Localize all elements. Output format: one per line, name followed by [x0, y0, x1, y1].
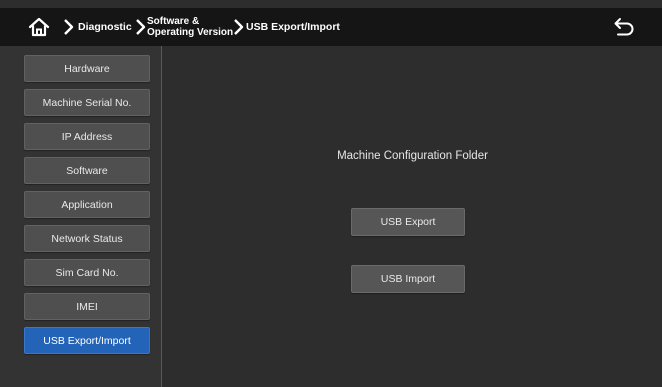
header-bar: Diagnostic Software & Operating Version …: [0, 8, 662, 46]
sidebar-item-machine-serial-no[interactable]: Machine Serial No.: [24, 89, 150, 116]
chevron-right-icon: [64, 19, 74, 35]
sidebar-item-label: Machine Serial No.: [42, 96, 132, 109]
sidebar-item-label: Hardware: [64, 62, 110, 75]
breadcrumb-software-version[interactable]: Software & Operating Version: [147, 16, 233, 38]
breadcrumb-diagnostic[interactable]: Diagnostic: [78, 21, 132, 33]
sidebar-item-label: Sim Card No.: [55, 266, 119, 279]
sidebar-item-label: IMEI: [76, 300, 98, 313]
sidebar: Hardware Machine Serial No. IP Address S…: [0, 46, 162, 387]
usb-export-label: USB Export: [380, 216, 436, 228]
home-button[interactable]: [26, 15, 52, 39]
chevron-right-icon: [136, 19, 146, 35]
sidebar-item-label: IP Address: [61, 130, 113, 143]
back-arrow-icon: [614, 18, 634, 36]
main-panel: Machine Configuration Folder USB Export …: [163, 46, 662, 387]
breadcrumb-usb-export-import[interactable]: USB Export/Import: [246, 21, 340, 33]
sidebar-item-label: Network Status: [51, 232, 123, 245]
sidebar-item-label: Software: [66, 164, 108, 177]
sidebar-item-network-status[interactable]: Network Status: [24, 225, 150, 252]
breadcrumb-label: Diagnostic: [78, 21, 132, 33]
home-icon: [28, 17, 50, 37]
sidebar-item-label: USB Export/Import: [43, 334, 131, 347]
usb-export-button[interactable]: USB Export: [351, 208, 465, 236]
breadcrumb-label: USB Export/Import: [246, 21, 340, 33]
chevron-right-icon: [234, 19, 244, 35]
usb-import-label: USB Import: [380, 273, 436, 285]
sidebar-item-ip-address[interactable]: IP Address: [24, 123, 150, 150]
sidebar-item-imei[interactable]: IMEI: [24, 293, 150, 320]
sidebar-item-label: Application: [61, 198, 113, 211]
sidebar-item-software[interactable]: Software: [24, 157, 150, 184]
sidebar-item-sim-card-no[interactable]: Sim Card No.: [24, 259, 150, 286]
breadcrumb-label-line1: Software &: [147, 16, 200, 27]
breadcrumb-label-line2: Operating Version: [147, 27, 234, 38]
back-button[interactable]: [612, 15, 636, 39]
sidebar-item-hardware[interactable]: Hardware: [24, 55, 150, 82]
usb-import-button[interactable]: USB Import: [351, 265, 465, 293]
sidebar-item-application[interactable]: Application: [24, 191, 150, 218]
app-frame: Diagnostic Software & Operating Version …: [0, 0, 662, 387]
page-title: Machine Configuration Folder: [337, 150, 488, 162]
sidebar-item-usb-export-import[interactable]: USB Export/Import: [24, 327, 150, 354]
